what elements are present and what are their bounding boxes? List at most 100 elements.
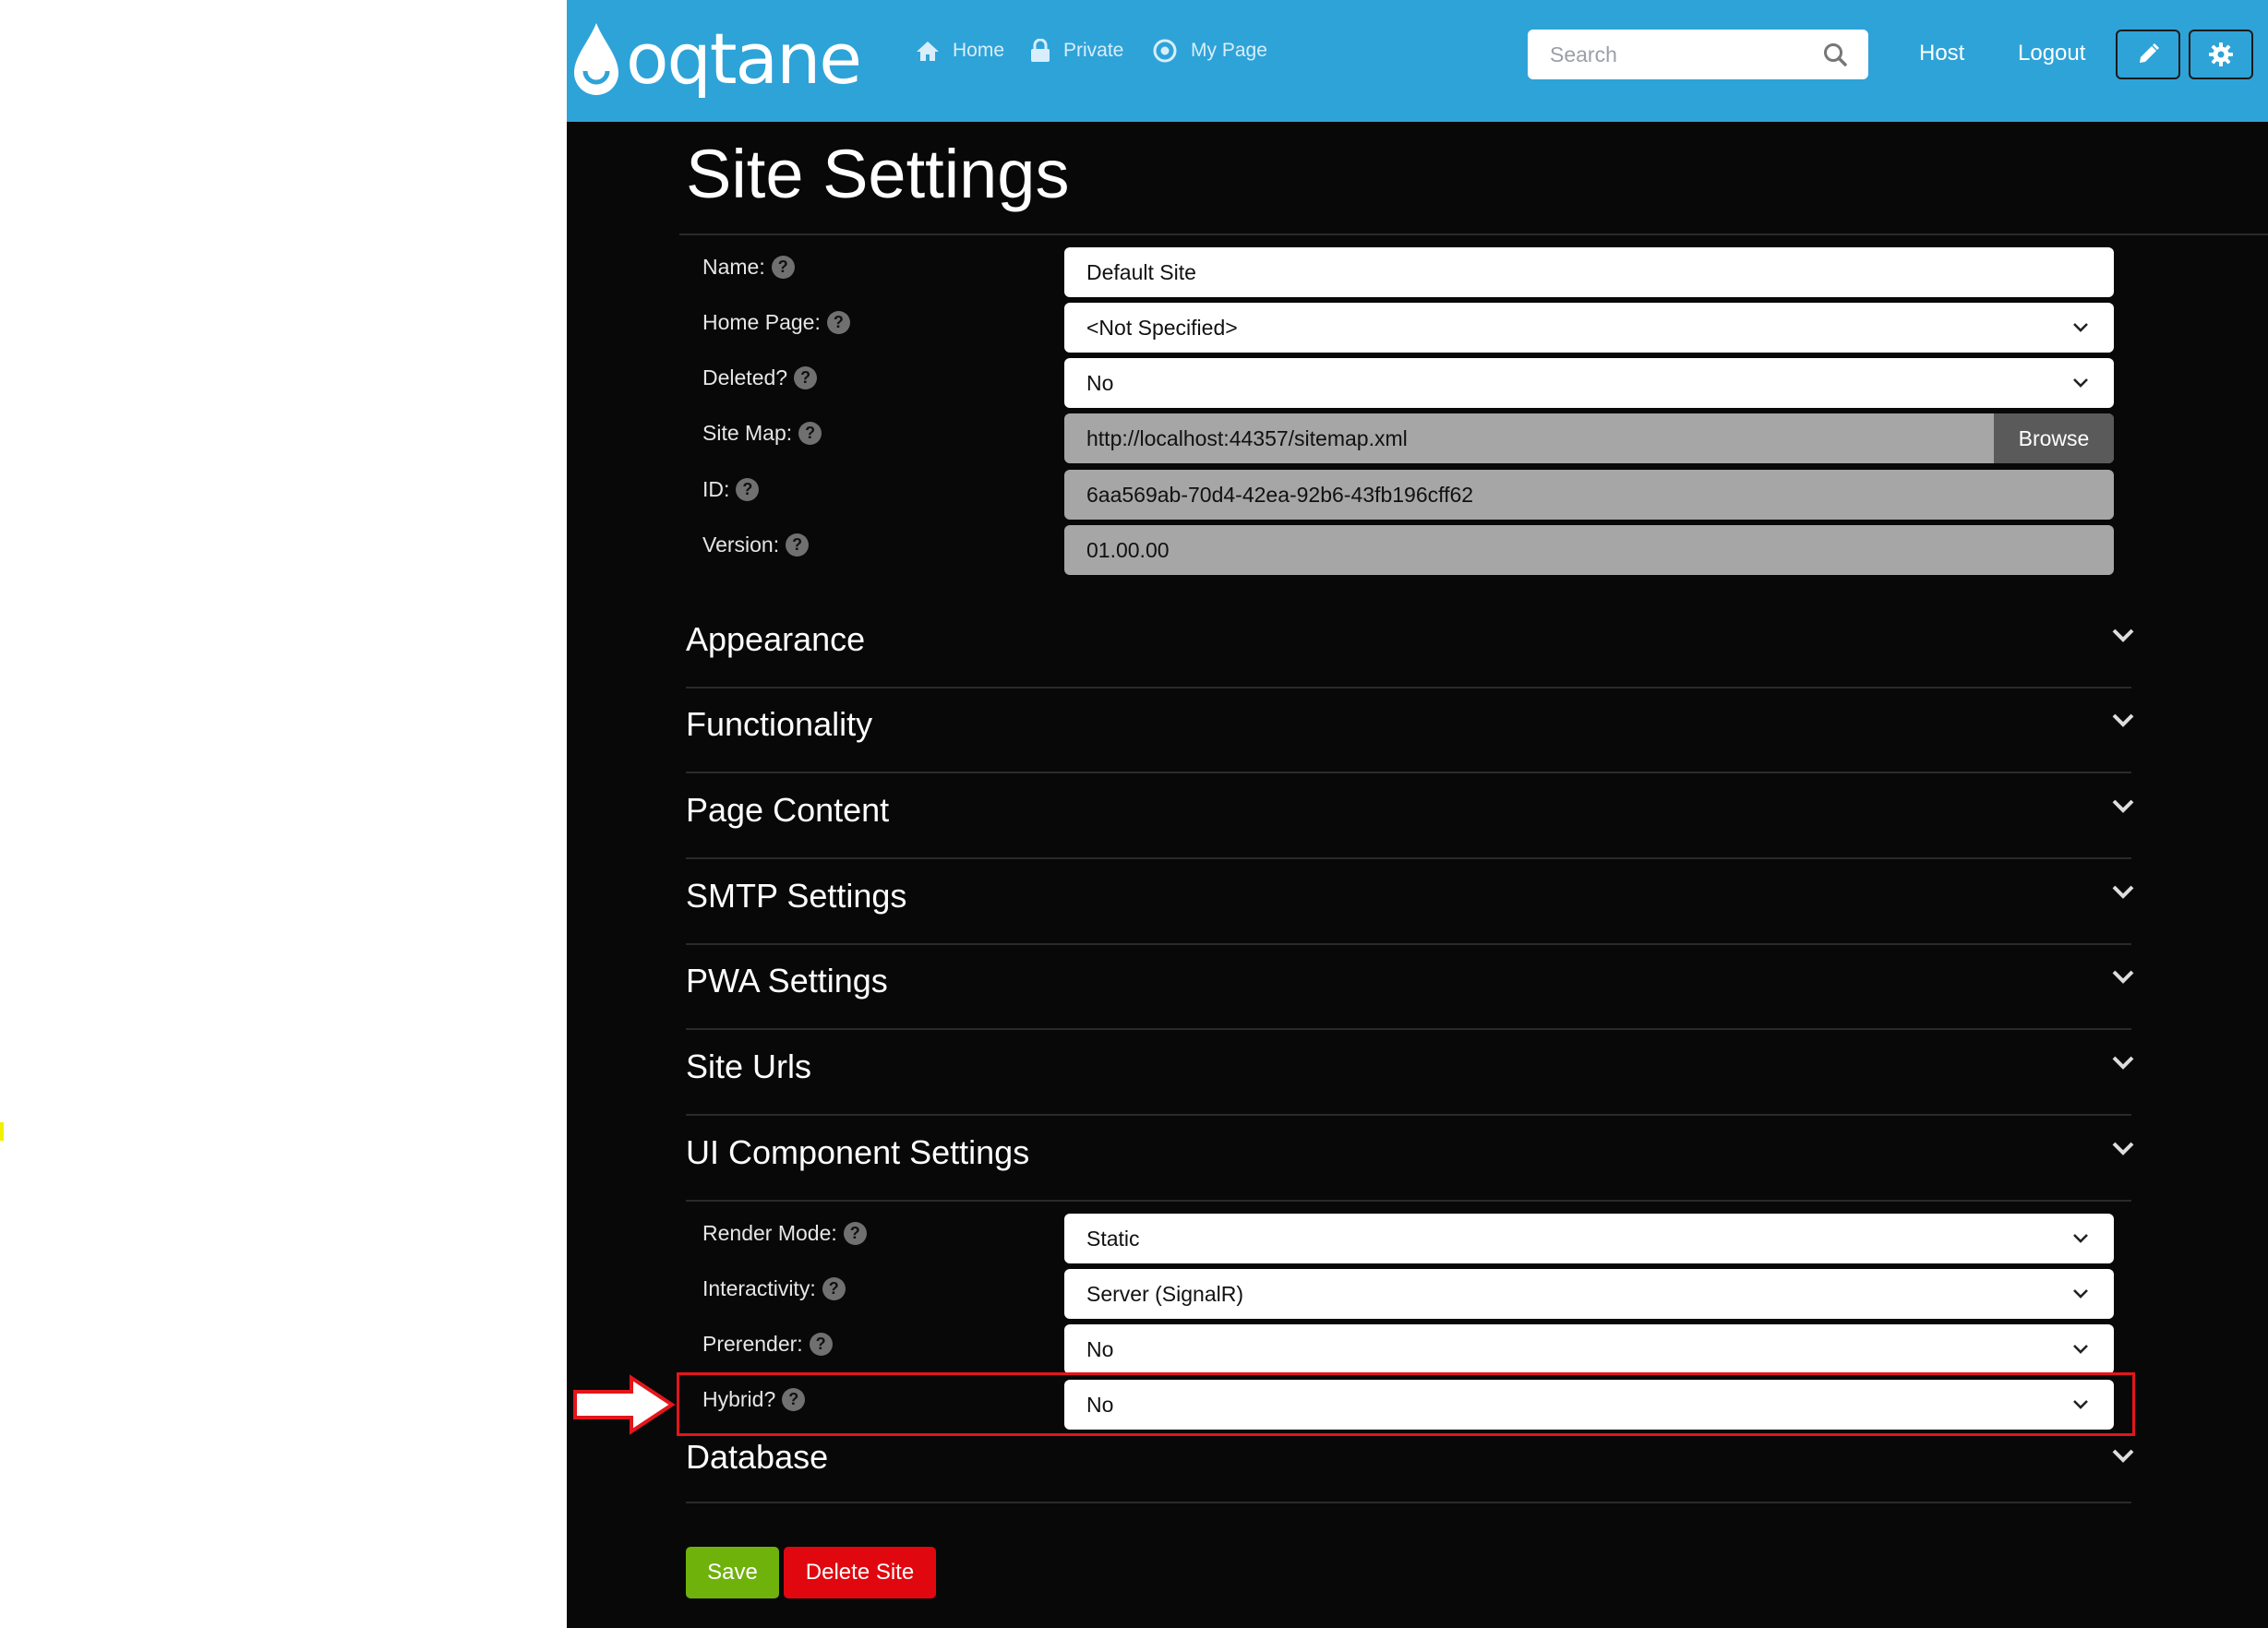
title-divider xyxy=(679,233,2268,235)
site-map-field[interactable]: http://localhost:44357/sitemap.xml Brows… xyxy=(1064,413,2114,463)
version-field[interactable]: 01.00.00 xyxy=(1064,525,2114,575)
search-icon[interactable] xyxy=(1822,42,1848,72)
chevron-down-icon xyxy=(2112,713,2134,727)
chevron-down-icon xyxy=(2073,378,2088,388)
nav-home-label: Home xyxy=(953,40,1005,61)
section-smtp-settings[interactable]: SMTP Settings xyxy=(686,860,2135,945)
render-mode-value: Static xyxy=(1086,1226,1140,1251)
browse-button[interactable]: Browse xyxy=(1994,413,2114,463)
id-field[interactable]: 6aa569ab-70d4-42ea-92b6-43fb196cff62 xyxy=(1064,470,2114,520)
save-button[interactable]: Save xyxy=(686,1547,779,1598)
chevron-down-icon xyxy=(2112,1056,2134,1070)
deleted-select[interactable]: No xyxy=(1064,358,2114,408)
section-divider xyxy=(686,1114,2131,1116)
help-icon[interactable]: ? xyxy=(794,366,818,389)
prerender-value: No xyxy=(1086,1336,1114,1361)
section-ui-component-settings[interactable]: UI Component Settings xyxy=(686,1117,2135,1202)
pencil-icon xyxy=(2140,43,2159,63)
section-title: PWA Settings xyxy=(686,962,888,1000)
section-divider xyxy=(686,857,2131,859)
render-mode-label: Render Mode:? xyxy=(702,1221,867,1246)
logout-link[interactable]: Logout xyxy=(2018,41,2085,66)
deleted-value: No xyxy=(1086,370,1114,395)
render-mode-select[interactable]: Static xyxy=(1064,1214,2114,1263)
host-link[interactable]: Host xyxy=(1919,41,1964,66)
help-icon[interactable]: ? xyxy=(736,478,760,501)
nav-my-page-label: My Page xyxy=(1191,40,1267,61)
interactivity-value: Server (SignalR) xyxy=(1086,1281,1243,1306)
site-map-row: Site Map:? http://localhost:44357/sitema… xyxy=(567,413,2268,465)
section-title: SMTP Settings xyxy=(686,877,907,915)
gear-icon xyxy=(2209,42,2233,66)
page-title: Site Settings xyxy=(686,136,1070,212)
name-input[interactable]: Default Site xyxy=(1064,247,2114,297)
yellow-marker xyxy=(0,1122,4,1141)
chevron-down-icon xyxy=(2112,628,2134,642)
help-icon[interactable]: ? xyxy=(809,1333,833,1356)
home-icon xyxy=(917,42,939,61)
chevron-down-icon xyxy=(2112,970,2134,984)
prerender-row: Prerender:? No xyxy=(567,1324,2268,1376)
section-functionality[interactable]: Functionality xyxy=(686,688,2135,773)
interactivity-label: Interactivity:? xyxy=(702,1276,846,1301)
deleted-row: Deleted?? No xyxy=(567,358,2268,410)
chevron-down-icon xyxy=(2112,885,2134,899)
render-mode-row: Render Mode:? Static xyxy=(567,1214,2268,1265)
name-row: Name:? Default Site xyxy=(567,247,2268,299)
oqtane-logo[interactable]: oqtane xyxy=(570,17,862,102)
edit-mode-button[interactable] xyxy=(2116,30,2180,79)
highlight-box xyxy=(677,1372,2135,1436)
section-pwa-settings[interactable]: PWA Settings xyxy=(686,945,2135,1030)
interactivity-select[interactable]: Server (SignalR) xyxy=(1064,1269,2114,1319)
target-icon xyxy=(1153,39,1177,63)
interactivity-row: Interactivity:? Server (SignalR) xyxy=(567,1269,2268,1321)
home-page-row: Home Page:? <Not Specified> xyxy=(567,303,2268,354)
section-divider xyxy=(686,1502,2131,1503)
section-divider xyxy=(686,1200,2131,1202)
settings-button[interactable] xyxy=(2189,30,2253,79)
site-map-label: Site Map:? xyxy=(702,421,822,446)
name-label: Name:? xyxy=(702,255,795,280)
nav-my-page[interactable]: My Page xyxy=(1152,35,1267,66)
help-icon[interactable]: ? xyxy=(771,256,795,279)
chevron-down-icon xyxy=(2112,799,2134,813)
section-title: Page Content xyxy=(686,791,890,829)
top-navbar: oqtane Home Private My Page Host Logout xyxy=(567,0,2268,122)
nav-home[interactable]: Home xyxy=(916,35,1004,66)
logo-text: oqtane xyxy=(626,18,862,100)
section-title: UI Component Settings xyxy=(686,1133,1030,1171)
help-icon[interactable]: ? xyxy=(843,1222,867,1245)
help-icon[interactable]: ? xyxy=(786,533,810,557)
section-site-urls[interactable]: Site Urls xyxy=(686,1031,2135,1116)
arrow-right-icon xyxy=(573,1374,676,1435)
nav-private[interactable]: Private xyxy=(1030,35,1123,66)
nav-private-label: Private xyxy=(1063,40,1124,61)
help-icon[interactable]: ? xyxy=(826,311,850,334)
home-page-label: Home Page:? xyxy=(702,310,850,335)
section-title: Functionality xyxy=(686,705,873,743)
search-input[interactable] xyxy=(1528,30,1827,79)
lock-icon xyxy=(1031,39,1050,62)
section-divider xyxy=(686,1028,2131,1030)
chevron-down-icon xyxy=(2073,1234,2088,1243)
search-box xyxy=(1528,30,1868,79)
id-label: ID:? xyxy=(702,477,760,502)
site-map-value: http://localhost:44357/sitemap.xml xyxy=(1086,425,1408,450)
version-label: Version:? xyxy=(702,533,810,557)
prerender-select[interactable]: No xyxy=(1064,1324,2114,1374)
home-page-value: <Not Specified> xyxy=(1086,315,1238,340)
id-row: ID:? 6aa569ab-70d4-42ea-92b6-43fb196cff6… xyxy=(567,470,2268,521)
section-title: Database xyxy=(686,1438,829,1476)
help-icon[interactable]: ? xyxy=(822,1277,846,1300)
home-page-select[interactable]: <Not Specified> xyxy=(1064,303,2114,353)
chevron-down-icon xyxy=(2073,1289,2088,1299)
section-page-content[interactable]: Page Content xyxy=(686,774,2135,859)
delete-site-button[interactable]: Delete Site xyxy=(784,1547,936,1598)
chevron-down-icon xyxy=(2073,1345,2088,1354)
chevron-down-icon xyxy=(2112,1142,2134,1155)
chevron-down-icon xyxy=(2073,323,2088,332)
section-appearance[interactable]: Appearance xyxy=(686,604,2135,688)
chevron-down-icon xyxy=(2112,1449,2134,1463)
help-icon[interactable]: ? xyxy=(798,422,822,445)
droplet-logo-icon xyxy=(574,23,618,95)
